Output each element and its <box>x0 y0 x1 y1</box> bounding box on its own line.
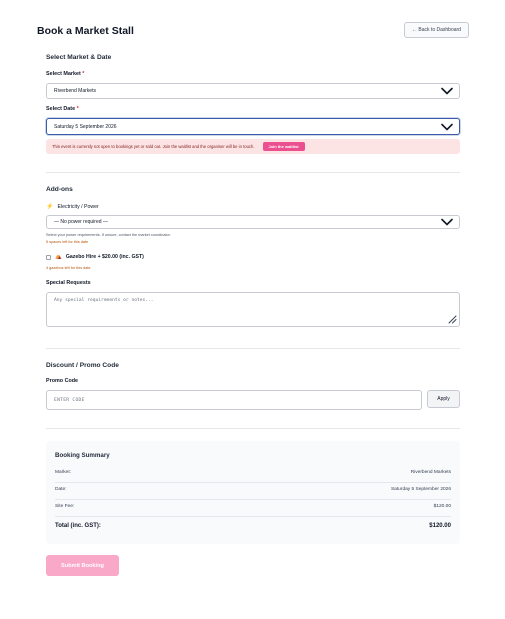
date-label: Select Date * <box>46 106 79 112</box>
booking-summary-card: Booking Summary Market: Riverbend Market… <box>46 441 460 544</box>
promo-code-input[interactable]: ENTER CODE <box>46 390 422 410</box>
section-title-addons: Add-ons <box>46 186 73 193</box>
special-requests-placeholder: Any special requirements or notes... <box>54 298 154 303</box>
market-label-text: Select Market <box>46 71 81 77</box>
summary-market-value: Riverbend Markets <box>410 470 451 475</box>
gazebo-checkbox[interactable] <box>46 254 51 260</box>
summary-divider <box>55 499 451 500</box>
date-label-text: Select Date <box>46 106 76 112</box>
date-select[interactable]: Saturday 5 September 2026 <box>46 118 460 135</box>
power-help-text: Select your power requirements. If unsur… <box>46 233 171 237</box>
power-label-text: Electricity / Power <box>57 203 99 210</box>
market-label: Select Market * <box>46 71 84 77</box>
summary-divider <box>55 516 451 517</box>
summary-date-value: Saturday 5 September 2026 <box>390 487 451 492</box>
summary-row-market: Market: Riverbend Markets <box>55 470 451 475</box>
back-to-dashboard-button[interactable]: ← Back to Dashboard <box>404 22 469 38</box>
special-requests-textarea[interactable]: Any special requirements or notes... <box>46 292 460 327</box>
alert-text: This event is currently not open to book… <box>52 144 255 149</box>
divider <box>46 172 460 173</box>
section-title-promo: Discount / Promo Code <box>46 362 119 369</box>
summary-fee-key: Site Fee: <box>55 504 75 509</box>
gazebo-remaining-text: 4 gazebos left for this date <box>46 266 91 270</box>
resize-handle-icon[interactable] <box>447 314 457 324</box>
date-select-value: Saturday 5 September 2026 <box>54 123 117 130</box>
page-title: Book a Market Stall <box>37 25 134 37</box>
section-title-market-date: Select Market & Date <box>46 54 112 61</box>
gazebo-option[interactable]: ⛺ Gazebo Hire + $20.00 (inc. GST) <box>46 254 144 260</box>
promo-code-placeholder: ENTER CODE <box>54 397 85 403</box>
divider <box>46 348 460 349</box>
tent-icon: ⛺ <box>55 254 62 260</box>
submit-booking-button[interactable]: Submit Booking <box>46 555 119 576</box>
special-requests-label: Special Requests <box>46 280 91 286</box>
chevron-down-icon <box>441 218 453 226</box>
summary-market-key: Market: <box>55 470 71 475</box>
power-select-value: — No power required — <box>54 219 108 225</box>
unavailable-alert: This event is currently not open to book… <box>46 139 460 154</box>
power-select[interactable]: — No power required — <box>46 215 460 229</box>
join-waitlist-button[interactable]: Join the waitlist <box>262 142 305 151</box>
summary-title: Booking Summary <box>55 452 110 459</box>
summary-fee-value: $120.00 <box>433 504 451 509</box>
market-select[interactable]: Riverbend Markets <box>46 83 460 99</box>
chevron-down-icon <box>441 87 453 95</box>
chevron-down-icon <box>441 123 453 130</box>
power-remaining-text: 5 spaces left for this date <box>46 240 89 244</box>
power-label: ⚡ Electricity / Power <box>46 203 99 211</box>
summary-row-date: Date: Saturday 5 September 2026 <box>55 487 451 492</box>
gazebo-label-text: Gazebo Hire + $20.00 (inc. GST) <box>65 254 144 260</box>
required-mark: * <box>76 106 79 112</box>
summary-total-key: Total (inc. GST): <box>55 523 101 529</box>
divider <box>46 428 460 429</box>
summary-row-fee: Site Fee: $120.00 <box>55 504 451 509</box>
summary-divider <box>55 482 451 483</box>
required-mark: * <box>82 71 85 77</box>
summary-row-total: Total (inc. GST): $120.00 <box>55 523 451 529</box>
market-select-value: Riverbend Markets <box>54 88 96 94</box>
promo-code-label: Promo Code <box>46 378 79 384</box>
summary-date-key: Date: <box>55 487 67 492</box>
apply-button[interactable]: Apply <box>427 390 460 408</box>
summary-total-value: $120.00 <box>429 523 451 529</box>
lightning-icon: ⚡ <box>46 204 54 210</box>
